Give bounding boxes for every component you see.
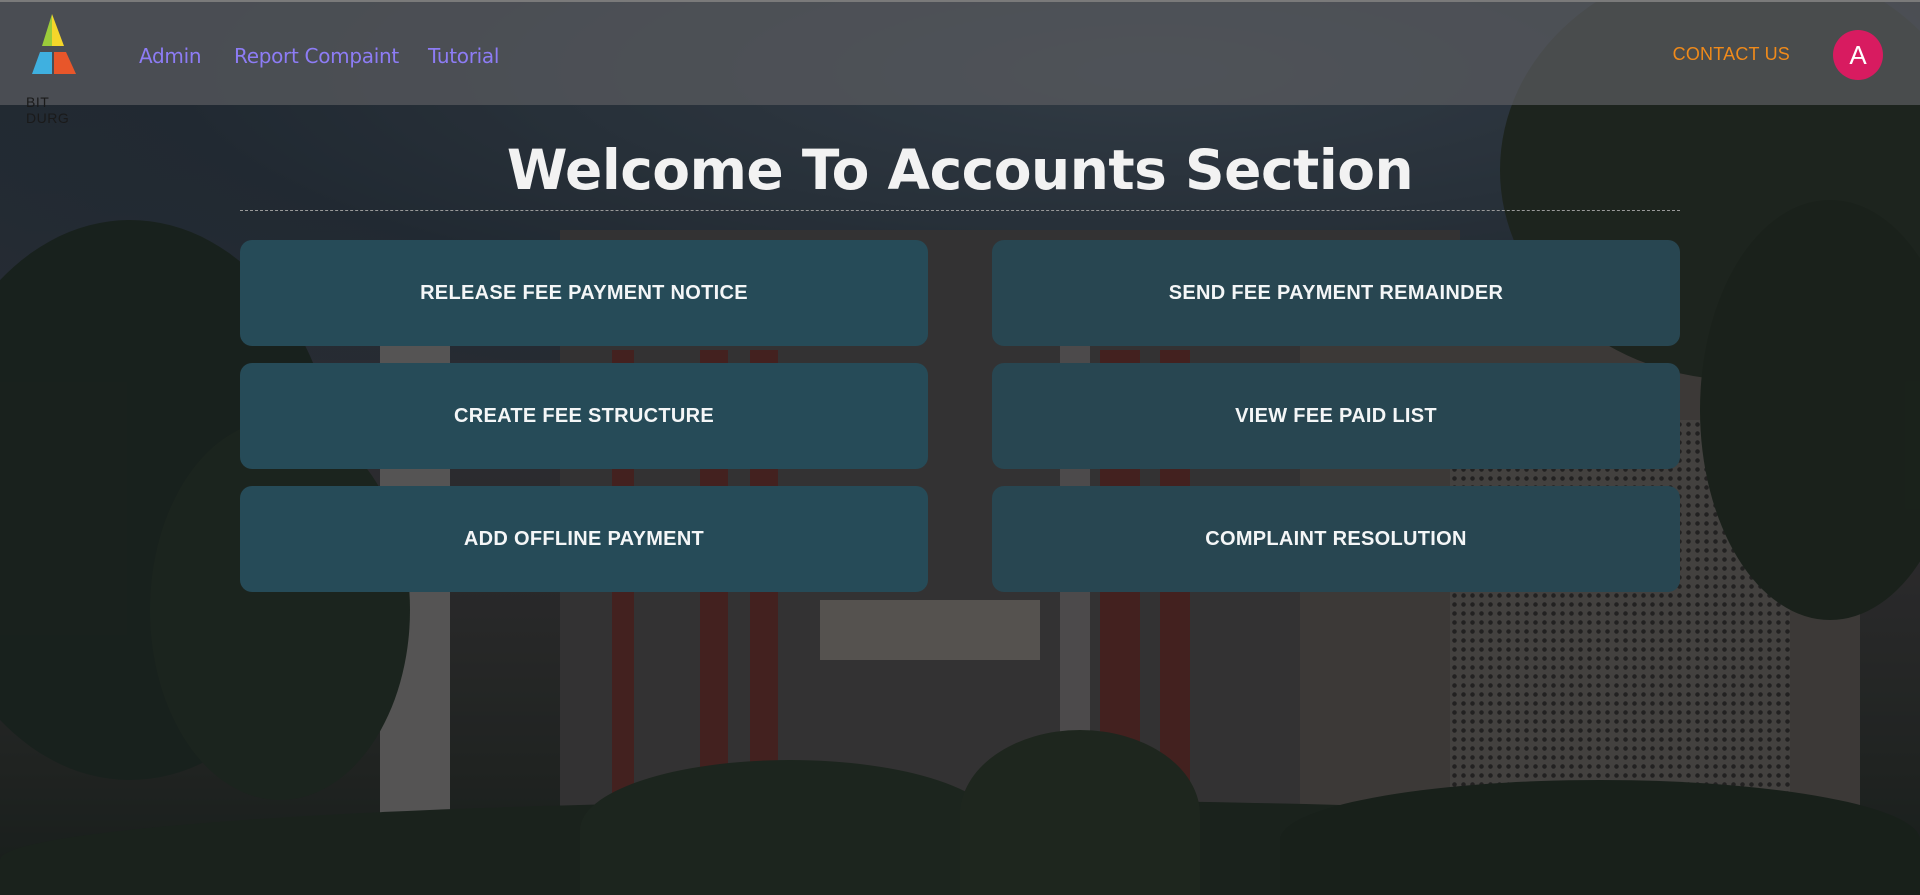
nav-link-tutorial[interactable]: Tutorial	[428, 44, 499, 68]
complaint-resolution-button[interactable]: COMPLAINT RESOLUTION	[992, 486, 1680, 592]
brand-logo-text: BIT DURG	[26, 94, 70, 126]
top-navbar: BIT DURG Admin Report Compaint Tutorial …	[0, 0, 1920, 126]
page-title: Welcome To Accounts Section	[506, 138, 1414, 202]
view-fee-paid-list-button[interactable]: VIEW FEE PAID LIST	[992, 363, 1680, 469]
nav-link-report-complaint[interactable]: Report Compaint	[234, 44, 399, 68]
create-fee-structure-button[interactable]: CREATE FEE STRUCTURE	[240, 363, 928, 469]
title-divider	[240, 210, 1680, 211]
user-avatar[interactable]: A	[1833, 30, 1883, 80]
brand-logo[interactable]: BIT DURG	[12, 12, 92, 126]
release-fee-payment-notice-button[interactable]: RELEASE FEE PAYMENT NOTICE	[240, 240, 928, 346]
send-fee-payment-reminder-button[interactable]: SEND FEE PAYMENT REMAINDER	[992, 240, 1680, 346]
nav-link-admin[interactable]: Admin	[139, 44, 202, 68]
add-offline-payment-button[interactable]: ADD OFFLINE PAYMENT	[240, 486, 928, 592]
action-grid: RELEASE FEE PAYMENT NOTICE SEND FEE PAYM…	[240, 240, 1680, 592]
triangle-logo-icon	[32, 14, 76, 74]
contact-us-link[interactable]: CONTACT US	[1673, 44, 1790, 65]
